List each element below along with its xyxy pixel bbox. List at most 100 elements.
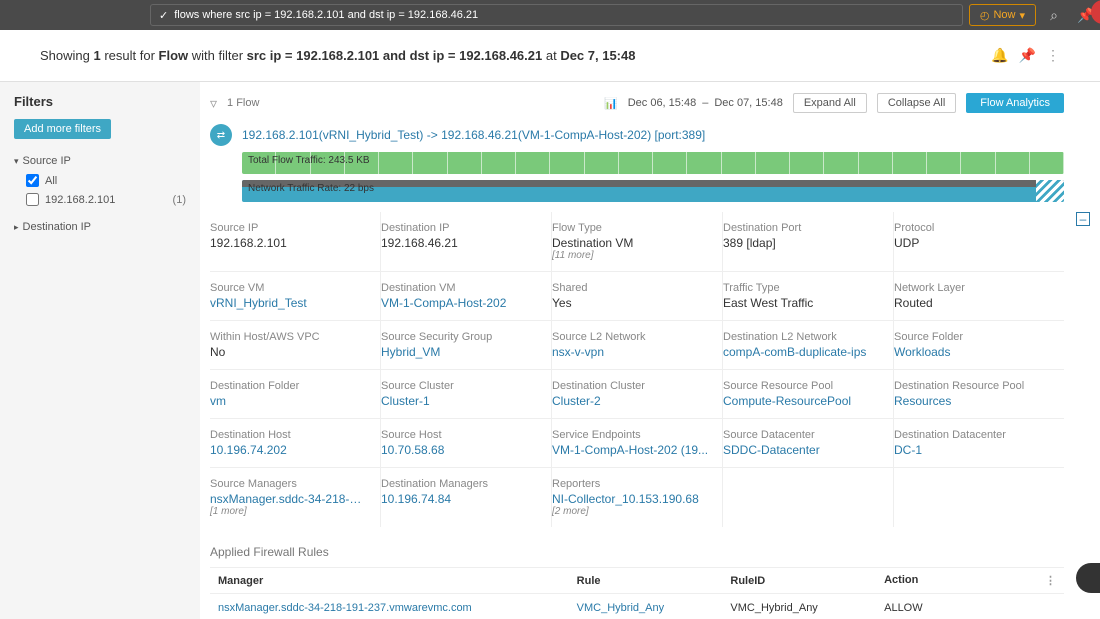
detail-value: 192.168.2.101 — [210, 236, 368, 250]
detail-cell: Source L2 Networknsx-v-vpn — [552, 321, 723, 369]
detail-value[interactable]: nsxManager.sddc-34-218-19... — [210, 492, 368, 506]
result-mid1: result for — [101, 48, 159, 63]
add-more-filters-button[interactable]: Add more filters — [14, 119, 111, 139]
detail-value: No — [210, 345, 368, 359]
detail-cell: Destination VM VM-1-CompA-Host-202 — [381, 272, 552, 320]
detail-value[interactable]: Cluster-2 — [552, 394, 710, 408]
detail-value[interactable]: Compute-ResourcePool — [723, 394, 881, 408]
ruleid-cell: VMC_Hybrid_Any — [722, 594, 876, 619]
detail-value[interactable]: DC-1 — [894, 443, 1052, 457]
detail-cell — [894, 468, 1064, 527]
network-traffic-rate-bar[interactable]: Network Traffic Rate: 22 bps — [242, 180, 1064, 202]
bell-icon[interactable]: 🔔 — [991, 47, 1008, 64]
detail-value: Yes — [552, 296, 710, 310]
collapse-icon[interactable]: – — [1076, 212, 1090, 226]
dash-icon: – — [702, 97, 708, 109]
detail-value[interactable]: 10.70.58.68 — [381, 443, 539, 457]
kebab-icon[interactable]: ⋮ — [1046, 47, 1060, 64]
detail-cell: Traffic TypeEast West Traffic — [723, 272, 894, 320]
search-icon[interactable]: ⌕ — [1040, 7, 1068, 24]
action-cell: ALLOW — [876, 594, 1064, 619]
detail-value: 192.168.46.21 — [381, 236, 539, 250]
detail-label: Reporters — [552, 478, 710, 490]
detail-value[interactable]: Cluster-1 — [381, 394, 539, 408]
detail-label: Source Managers — [210, 478, 368, 490]
detail-more[interactable]: [1 more] — [210, 506, 368, 517]
detail-label: Source Cluster — [381, 380, 539, 392]
col-ruleid[interactable]: RuleID — [722, 568, 876, 594]
filter-checkbox[interactable] — [26, 193, 39, 206]
detail-value[interactable]: Hybrid_VM — [381, 345, 539, 359]
detail-cell: Source DatacenterSDDC-Datacenter — [723, 419, 894, 467]
filter-item[interactable]: All — [14, 171, 186, 190]
detail-more[interactable]: [2 more] — [552, 506, 710, 517]
detail-row: Source IP192.168.2.101Destination IP192.… — [210, 212, 1064, 271]
rule-cell[interactable]: VMC_Hybrid_Any — [569, 594, 723, 619]
detail-cell: Destination Host10.196.74.202 — [210, 419, 381, 467]
flow-icon: ⇄ — [210, 124, 232, 146]
firewall-rules-table: Manager Rule RuleID Action⋮ nsxManager.s… — [210, 567, 1064, 619]
detail-value: 389 [ldap] — [723, 236, 881, 250]
result-mid2: with filter — [188, 48, 247, 63]
col-rule[interactable]: Rule — [569, 568, 723, 594]
detail-value[interactable]: SDDC-Datacenter — [723, 443, 881, 457]
detail-label: Protocol — [894, 222, 1052, 234]
detail-row: Source VM vRNI_Hybrid_Test Destination VM V… — [210, 271, 1064, 320]
pin-icon[interactable]: 📌 — [1019, 47, 1036, 64]
filters-title: Filters — [14, 94, 186, 109]
detail-value[interactable]: Resources — [894, 394, 1052, 408]
col-action[interactable]: Action⋮ — [876, 568, 1064, 594]
detail-label: Destination Port — [723, 222, 881, 234]
detail-value[interactable]: vRNI_Hybrid_Test — [210, 296, 368, 310]
funnel-icon[interactable]: ▿ — [210, 95, 217, 112]
detail-value[interactable]: 10.196.74.202 — [210, 443, 368, 457]
detail-value[interactable]: VM-1-CompA-Host-202 (19... — [552, 443, 710, 457]
detail-value[interactable]: nsx-v-vpn — [552, 345, 710, 359]
detail-label: Traffic Type — [723, 282, 881, 294]
detail-value[interactable]: Workloads — [894, 345, 1052, 359]
detail-cell: Network LayerRouted — [894, 272, 1064, 320]
col-manager[interactable]: Manager — [210, 568, 569, 594]
detail-row: Source Managers nsxManager.sddc-34-218-19… — [210, 467, 1064, 527]
detail-value[interactable]: vm — [210, 394, 368, 408]
detail-value: UDP — [894, 236, 1052, 250]
result-entity: Flow — [159, 48, 189, 63]
flow-title[interactable]: 192.168.2.101(vRNI_Hybrid_Test) -> 192.1… — [242, 128, 705, 142]
detail-cell: Source Cluster Cluster-1 — [381, 370, 552, 418]
detail-value[interactable]: 10.196.74.84 — [381, 492, 539, 506]
search-bar[interactable]: ✓ flows where src ip = 192.168.2.101 and… — [150, 4, 963, 26]
detail-cell: Within Host/AWS VPCNo — [210, 321, 381, 369]
detail-cell: Source IP192.168.2.101 — [210, 212, 381, 271]
detail-cell: Source Managers nsxManager.sddc-34-218-19… — [210, 468, 381, 527]
detail-value[interactable]: compA-comB-duplicate-ips — [723, 345, 881, 359]
detail-label: Source Resource Pool — [723, 380, 881, 392]
content-toolbar: ▿ 1 Flow 📊 Dec 06, 15:48 – Dec 07, 15:48… — [210, 90, 1064, 116]
total-flow-traffic-bar[interactable]: Total Flow Traffic: 243.5 KB — [242, 152, 1064, 174]
time-range[interactable]: Dec 06, 15:48 – Dec 07, 15:48 — [628, 97, 783, 109]
detail-label: Source VM — [210, 282, 368, 294]
kebab-icon[interactable]: ⋮ — [1045, 574, 1056, 587]
clock-icon: ◴ — [980, 9, 990, 22]
range-to: Dec 07, 15:48 — [714, 97, 783, 109]
result-header: Showing 1 result for Flow with filter sr… — [0, 30, 1100, 82]
flow-analytics-button[interactable]: Flow Analytics — [966, 93, 1064, 113]
detail-cell: Destination L2 NetworkcompA-comB-duplica… — [723, 321, 894, 369]
detail-label: Destination VM — [381, 282, 539, 294]
help-badge[interactable] — [1076, 563, 1100, 593]
detail-label: Destination Datacenter — [894, 429, 1052, 441]
time-now-button[interactable]: ◴ Now ▾ — [969, 4, 1036, 26]
filter-checkbox[interactable] — [26, 174, 39, 187]
detail-cell: Destination IP192.168.46.21 — [381, 212, 552, 271]
manager-cell[interactable]: nsxManager.sddc-34-218-191-237.vmwarevmc… — [210, 594, 569, 619]
detail-row: Destination Host10.196.74.202Source Host… — [210, 418, 1064, 467]
filter-group-source-ip[interactable]: Source IP — [14, 151, 186, 171]
collapse-all-button[interactable]: Collapse All — [877, 93, 956, 113]
filter-item[interactable]: 192.168.2.101(1) — [14, 190, 186, 209]
chevron-down-icon: ▾ — [1019, 9, 1025, 22]
detail-value[interactable]: NI-Collector_10.153.190.68 — [552, 492, 710, 506]
filter-group-destination-ip[interactable]: Destination IP — [14, 217, 186, 237]
detail-more[interactable]: [11 more] — [552, 250, 710, 261]
detail-value[interactable]: VM-1-CompA-Host-202 — [381, 296, 539, 310]
expand-all-button[interactable]: Expand All — [793, 93, 867, 113]
detail-label: Source Host — [381, 429, 539, 441]
